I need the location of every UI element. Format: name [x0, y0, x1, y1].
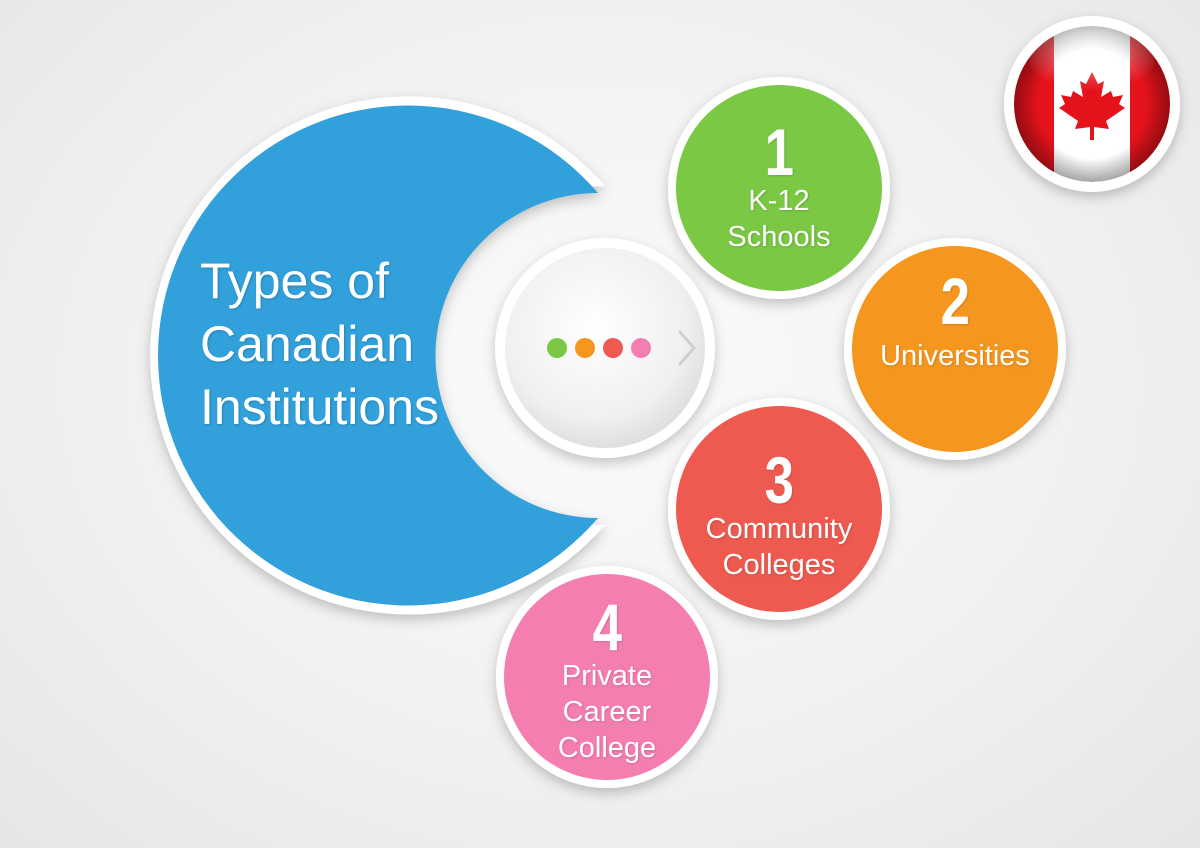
bubble-number: 1: [764, 115, 794, 189]
bubble-label-line: Schools: [727, 221, 831, 253]
title-line-3: Institutions: [200, 379, 440, 435]
bubble-label-line: Universities: [880, 340, 1030, 372]
bubble-number: 3: [764, 443, 794, 517]
title-line-2: Canadian: [200, 316, 415, 372]
bubble-k12-schools: 1 K-12 Schools: [679, 88, 879, 288]
hub-dot-orange: [575, 338, 595, 358]
bubble-label-line: Colleges: [722, 549, 836, 581]
infographic: Types of Canadian Institutions 1 K-12 Sc…: [0, 0, 1200, 848]
bubble-number: 4: [592, 590, 622, 664]
title-line-1: Types of: [200, 253, 389, 309]
bubble-private-career-college: 4 Private Career College: [507, 590, 707, 790]
hub-dot-red: [603, 338, 623, 358]
canada-flag-icon: [1004, 16, 1180, 192]
bubble-community-colleges: 3 Community Colleges: [679, 416, 879, 616]
diagram-title: Types of Canadian Institutions: [200, 250, 500, 439]
bubble-universities: 2 Universities: [855, 264, 1055, 464]
hub-dot-green: [547, 338, 567, 358]
bubble-label-line: College: [557, 732, 657, 764]
bubble-label-line: Career: [562, 696, 652, 728]
bubble-number: 2: [940, 264, 970, 338]
hub-dot-pink: [631, 338, 651, 358]
